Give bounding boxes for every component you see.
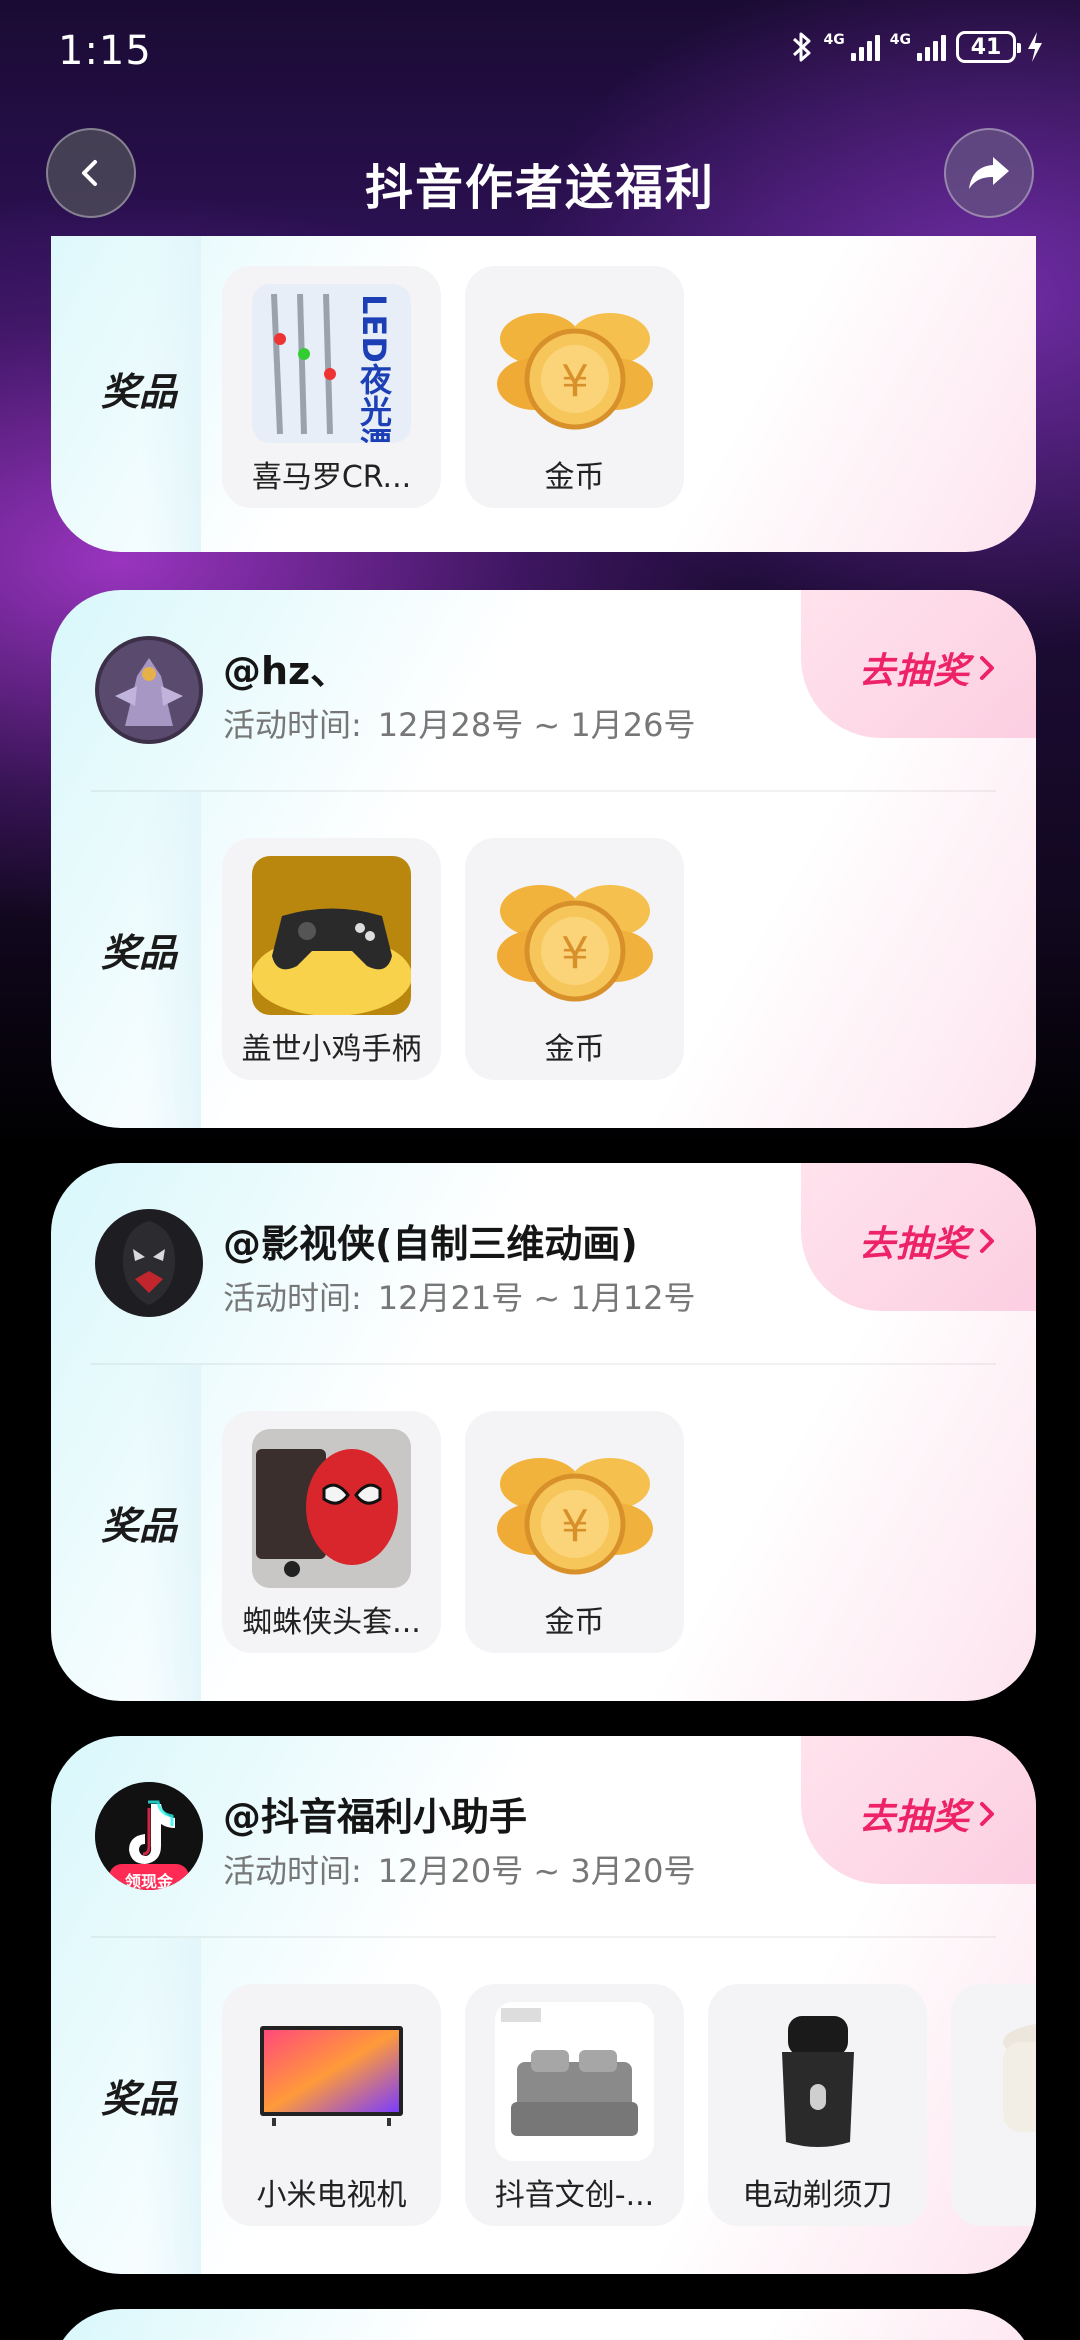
chevron-right-icon	[980, 1229, 994, 1253]
status-time: 1:15	[58, 28, 152, 74]
go-draw-button[interactable]: 去抽奖	[859, 642, 996, 694]
go-draw-label: 去抽奖	[858, 1797, 970, 1838]
battery-icon: 41	[956, 31, 1021, 63]
prize-name: 抖音文创-...	[494, 2178, 655, 2213]
prize-name: 蜘蛛侠头套...	[242, 1605, 421, 1640]
prize-name: 金币	[544, 1605, 605, 1640]
charging-icon	[1028, 32, 1042, 62]
chevron-right-icon	[980, 1802, 994, 1826]
prize-list[interactable]: 小米电视机 抖音文创-... 电动剃须刀	[222, 1984, 1036, 2226]
battery-level: 41	[970, 34, 1002, 60]
prize-item[interactable]: 抖音文创-...	[465, 1984, 684, 2226]
prize-name: 电动剃须刀	[742, 2178, 893, 2213]
giveaway-card: 领现金 @抖音福利小助手 活动时间: 12月20号 ~ 3月20号 去抽奖 奖品	[51, 1736, 1036, 2274]
prize-name: 小米电视机	[256, 2178, 407, 2213]
giveaway-card: 奖品 LED夜光漂 喜马罗CR... ¥ 金币	[51, 236, 1036, 552]
giveaway-card: @影视侠(自制三维动画) 活动时间: 12月21号 ~ 1月12号 去抽奖 奖品	[51, 1163, 1036, 1701]
svg-text:¥: ¥	[561, 928, 589, 979]
avatar[interactable]	[95, 636, 203, 744]
activity-time: 活动时间: 12月28号 ~ 1月26号	[223, 700, 695, 746]
prize-item[interactable]: 小米电视机	[222, 1984, 441, 2226]
go-draw-label: 去抽奖	[858, 651, 970, 692]
prize-name: 金币	[544, 1032, 605, 1067]
share-button[interactable]	[944, 128, 1034, 218]
avatar-badge: 领现金	[124, 1872, 173, 1890]
prize-item[interactable]: 盖世小鸡手柄	[222, 838, 441, 1080]
chevron-right-icon	[980, 656, 994, 680]
share-arrow-icon	[969, 157, 1009, 189]
prize-label: 奖品	[101, 2077, 178, 2121]
prize-image: LED夜光漂	[252, 284, 411, 443]
prize-item[interactable]: LED夜光漂 喜马罗CR...	[222, 266, 441, 508]
activity-time: 活动时间: 12月21号 ~ 1月12号	[223, 1273, 695, 1319]
activity-time-label: 活动时间:	[223, 1279, 362, 1317]
activity-time: 活动时间: 12月20号 ~ 3月20号	[223, 1846, 695, 1892]
author-name[interactable]: @影视侠(自制三维动画)	[223, 1213, 638, 1268]
prize-item[interactable]: ¥ 金币	[465, 1411, 684, 1653]
avatar[interactable]: 领现金	[95, 1782, 203, 1890]
prize-item[interactable]	[951, 1984, 1036, 2226]
card-header: 领现金 @抖音福利小助手 活动时间: 12月20号 ~ 3月20号 去抽奖	[51, 1736, 1036, 1936]
spiderman-mask-image	[252, 1429, 411, 1588]
gold-coins-icon: ¥	[495, 1429, 654, 1588]
prize-list: 蜘蛛侠头套... ¥ 金币	[222, 1411, 684, 1653]
signal-2-icon: 4G	[890, 33, 946, 61]
prize-name: 盖世小鸡手柄	[241, 1032, 422, 1067]
rice-cooker-image	[981, 2002, 1036, 2161]
card-header: @影视侠(自制三维动画) 活动时间: 12月21号 ~ 1月12号 去抽奖	[51, 1163, 1036, 1363]
bedding-set-image	[495, 2002, 654, 2161]
prize-image-text: LED夜光漂	[355, 294, 393, 443]
status-bar: 1:15 4G 4G 41	[0, 0, 1080, 110]
activity-dates: 12月28号 ~ 1月26号	[377, 706, 696, 744]
top-bar: 抖音作者送福利	[0, 110, 1080, 236]
game-controller-image	[252, 856, 411, 1015]
author-name[interactable]: @抖音福利小助手	[223, 1786, 527, 1841]
signal-1-icon: 4G	[824, 33, 880, 61]
go-draw-button[interactable]: 去抽奖	[859, 1788, 996, 1840]
prize-item[interactable]: ¥ 金币	[465, 838, 684, 1080]
activity-time-label: 活动时间:	[223, 706, 362, 744]
prize-label: 奖品	[101, 1504, 178, 1548]
gold-coins-icon: ¥	[495, 284, 654, 443]
page-title: 抖音作者送福利	[364, 160, 715, 216]
avatar[interactable]	[95, 1209, 203, 1317]
television-image	[252, 2002, 411, 2161]
prize-row: 奖品 盖世小鸡手柄 ¥ 金币	[51, 792, 1036, 1128]
giveaway-list[interactable]: 奖品 LED夜光漂 喜马罗CR... ¥ 金币 @hz、 活动时间: 12月28…	[0, 236, 1080, 2340]
bluetooth-icon	[792, 32, 811, 62]
author-name[interactable]: @hz、	[223, 640, 348, 695]
activity-dates: 12月20号 ~ 3月20号	[377, 1852, 696, 1890]
prize-row: 奖品 蜘蛛侠头套... ¥ 金币	[51, 1365, 1036, 1701]
status-icons: 4G 4G 41	[790, 30, 1044, 64]
svg-text:¥: ¥	[561, 1501, 589, 1552]
prize-name: 金币	[544, 460, 605, 495]
gold-coins-icon: ¥	[495, 856, 654, 1015]
go-draw-label: 去抽奖	[858, 1224, 970, 1265]
prize-name: 喜马罗CR...	[251, 460, 412, 495]
prize-label: 奖品	[101, 931, 178, 975]
prize-item[interactable]: 电动剃须刀	[708, 1984, 927, 2226]
prize-list: LED夜光漂 喜马罗CR... ¥ 金币	[222, 266, 684, 508]
prize-row: 奖品 LED夜光漂 喜马罗CR... ¥ 金币	[51, 236, 1036, 552]
giveaway-card: @hz、 活动时间: 12月28号 ~ 1月26号 去抽奖 奖品 盖世小鸡手柄 …	[51, 590, 1036, 1128]
activity-dates: 12月21号 ~ 1月12号	[377, 1279, 696, 1317]
prize-label: 奖品	[101, 370, 178, 414]
prize-list: 盖世小鸡手柄 ¥ 金币	[222, 838, 684, 1080]
activity-time-label: 活动时间:	[223, 1852, 362, 1890]
go-draw-button[interactable]: 去抽奖	[859, 1215, 996, 1267]
prize-item[interactable]: 蜘蛛侠头套...	[222, 1411, 441, 1653]
svg-text:¥: ¥	[561, 356, 589, 407]
prize-item[interactable]: ¥ 金币	[465, 266, 684, 508]
prize-row: 奖品 小米电视机 抖音文创-... 电动剃须刀	[51, 1938, 1036, 2274]
electric-shaver-image	[738, 2002, 897, 2161]
giveaway-card	[51, 2309, 1036, 2340]
card-header: @hz、 活动时间: 12月28号 ~ 1月26号 去抽奖	[51, 590, 1036, 790]
